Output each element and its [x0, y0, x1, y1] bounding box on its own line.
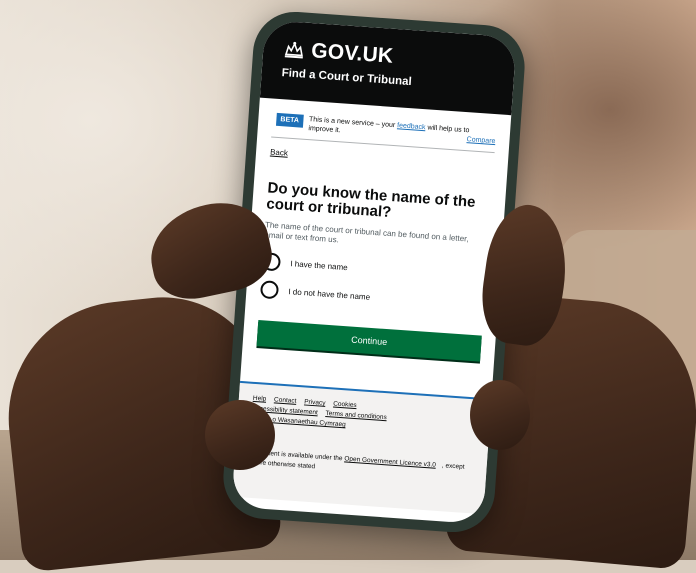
phone-screen: GOV.UK Find a Court or Tribunal BETA Thi… — [231, 19, 517, 525]
radio-option-have-name[interactable]: I have the name — [261, 252, 487, 286]
beta-text: This is a new service – your feedback wi… — [308, 115, 496, 146]
main-content: BETA This is a new service – your feedba… — [243, 98, 512, 363]
licence-link[interactable]: Open Government Licence v3.0 — [344, 455, 436, 468]
continue-button[interactable]: Continue — [256, 320, 482, 362]
radio-label[interactable]: I do not have the name — [288, 287, 370, 302]
footer-link-privacy[interactable]: Privacy — [304, 398, 326, 406]
question-heading: Do you know the name of the court or tri… — [265, 179, 477, 222]
govuk-logo-text: GOV.UK — [310, 39, 395, 68]
beta-tag: BETA — [275, 112, 304, 128]
feedback-link[interactable]: feedback — [397, 122, 426, 131]
beta-banner: BETA This is a new service – your feedba… — [271, 108, 497, 154]
radio-button[interactable] — [259, 280, 280, 300]
footer-link-cookies[interactable]: Cookies — [333, 400, 357, 409]
compare-link[interactable]: Compare — [466, 135, 495, 146]
left-finger — [205, 400, 275, 470]
radio-label[interactable]: I have the name — [290, 259, 348, 272]
crown-icon — [284, 41, 303, 59]
footer-link-help[interactable]: Help — [253, 395, 267, 403]
radio-option-no-name[interactable]: I do not have the name — [259, 280, 485, 314]
back-link[interactable]: Back — [270, 147, 494, 172]
right-finger — [470, 380, 530, 450]
footer-link-contact[interactable]: Contact — [274, 396, 297, 405]
question-hint: The name of the court or tribunal can be… — [264, 220, 469, 245]
